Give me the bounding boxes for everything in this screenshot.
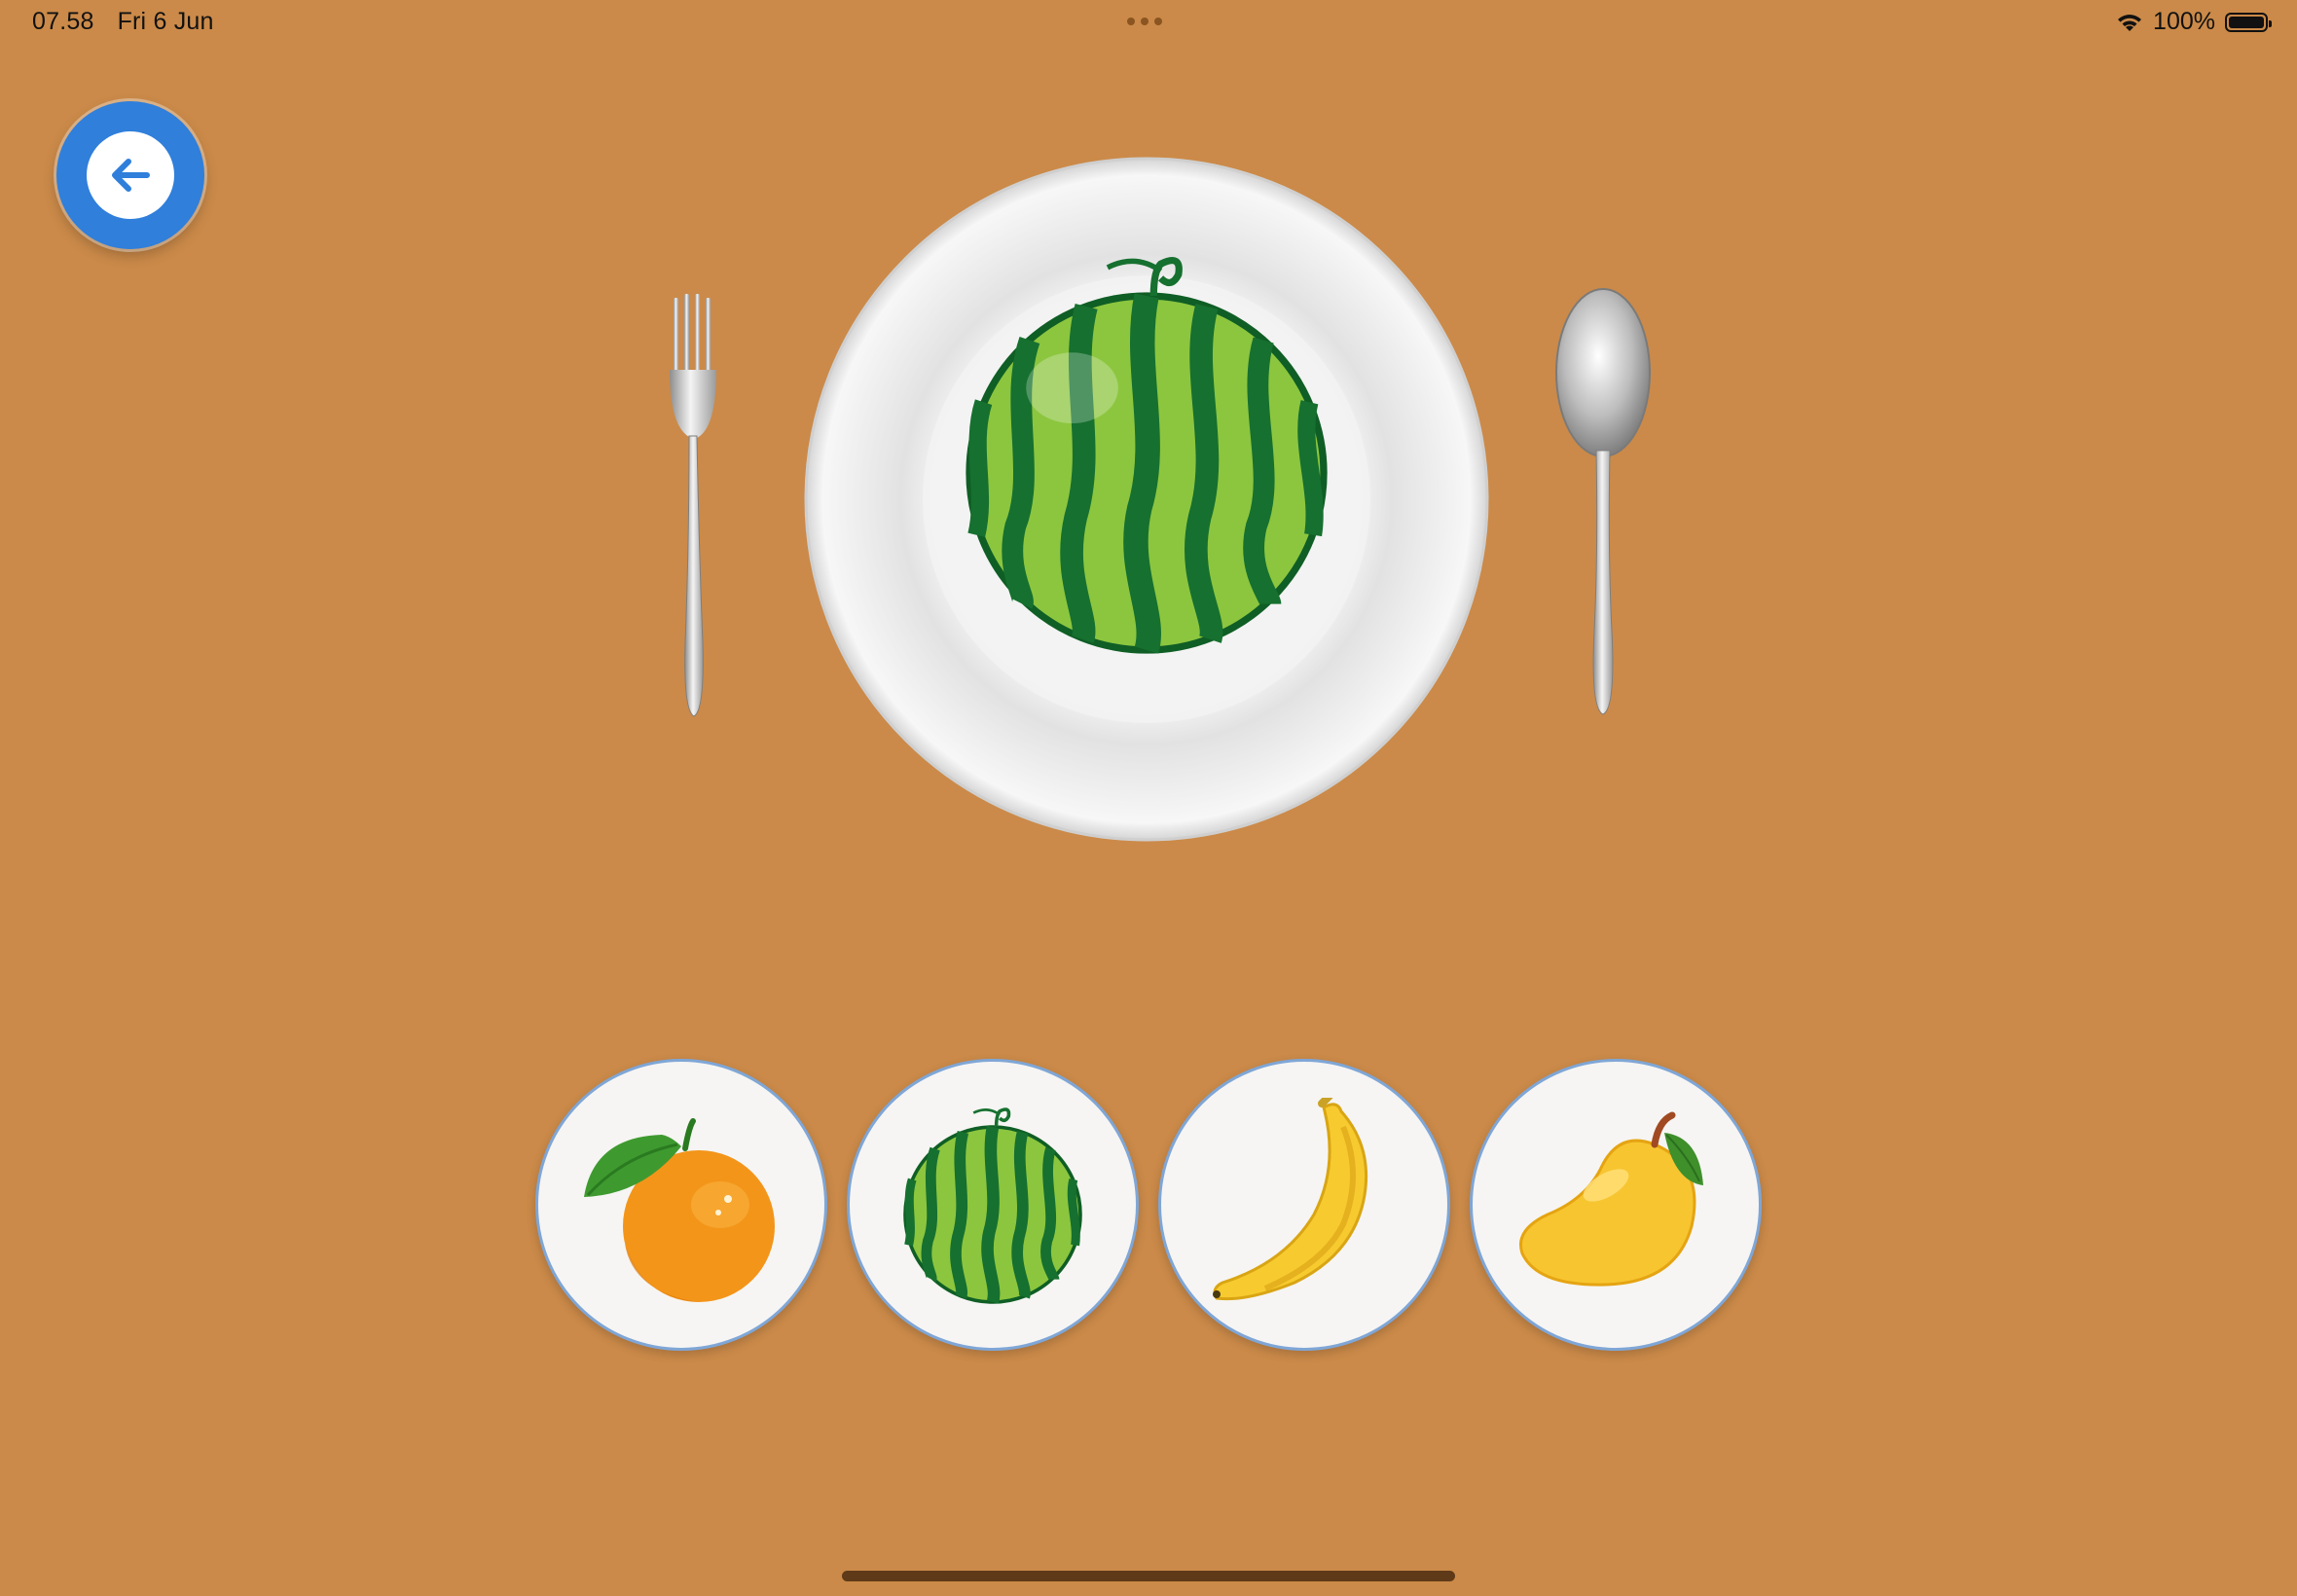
wifi-icon <box>2118 14 2142 31</box>
spoon-icon <box>1555 288 1651 715</box>
choice-banana[interactable] <box>1158 1059 1450 1351</box>
status-bar-left: 07.58 Fri 6 Jun <box>32 8 214 36</box>
back-button[interactable] <box>56 101 204 249</box>
home-indicator[interactable] <box>842 1571 1455 1581</box>
orange-icon <box>584 1118 775 1302</box>
fruit-choices <box>535 1059 1762 1351</box>
choice-mango[interactable] <box>1470 1059 1762 1351</box>
status-date: Fri 6 Jun <box>117 8 214 35</box>
fork-icon <box>670 294 716 717</box>
battery-icon <box>2225 12 2272 32</box>
multitasking-dots-icon[interactable] <box>1127 18 1162 25</box>
status-time: 07.58 <box>32 8 94 35</box>
battery-percentage: 100% <box>2153 8 2215 35</box>
choice-orange[interactable] <box>535 1059 827 1351</box>
status-bar-right: 100% <box>2116 8 2272 36</box>
mango-icon <box>1519 1111 1703 1287</box>
app-screen: 07.58 Fri 6 Jun 100% <box>0 0 2297 1596</box>
main-plate <box>804 157 1489 842</box>
choice-watermelon[interactable] <box>847 1059 1139 1351</box>
banana-icon <box>1213 1098 1368 1301</box>
watermelon-icon <box>886 1107 1082 1312</box>
arrow-left-icon <box>112 159 150 192</box>
